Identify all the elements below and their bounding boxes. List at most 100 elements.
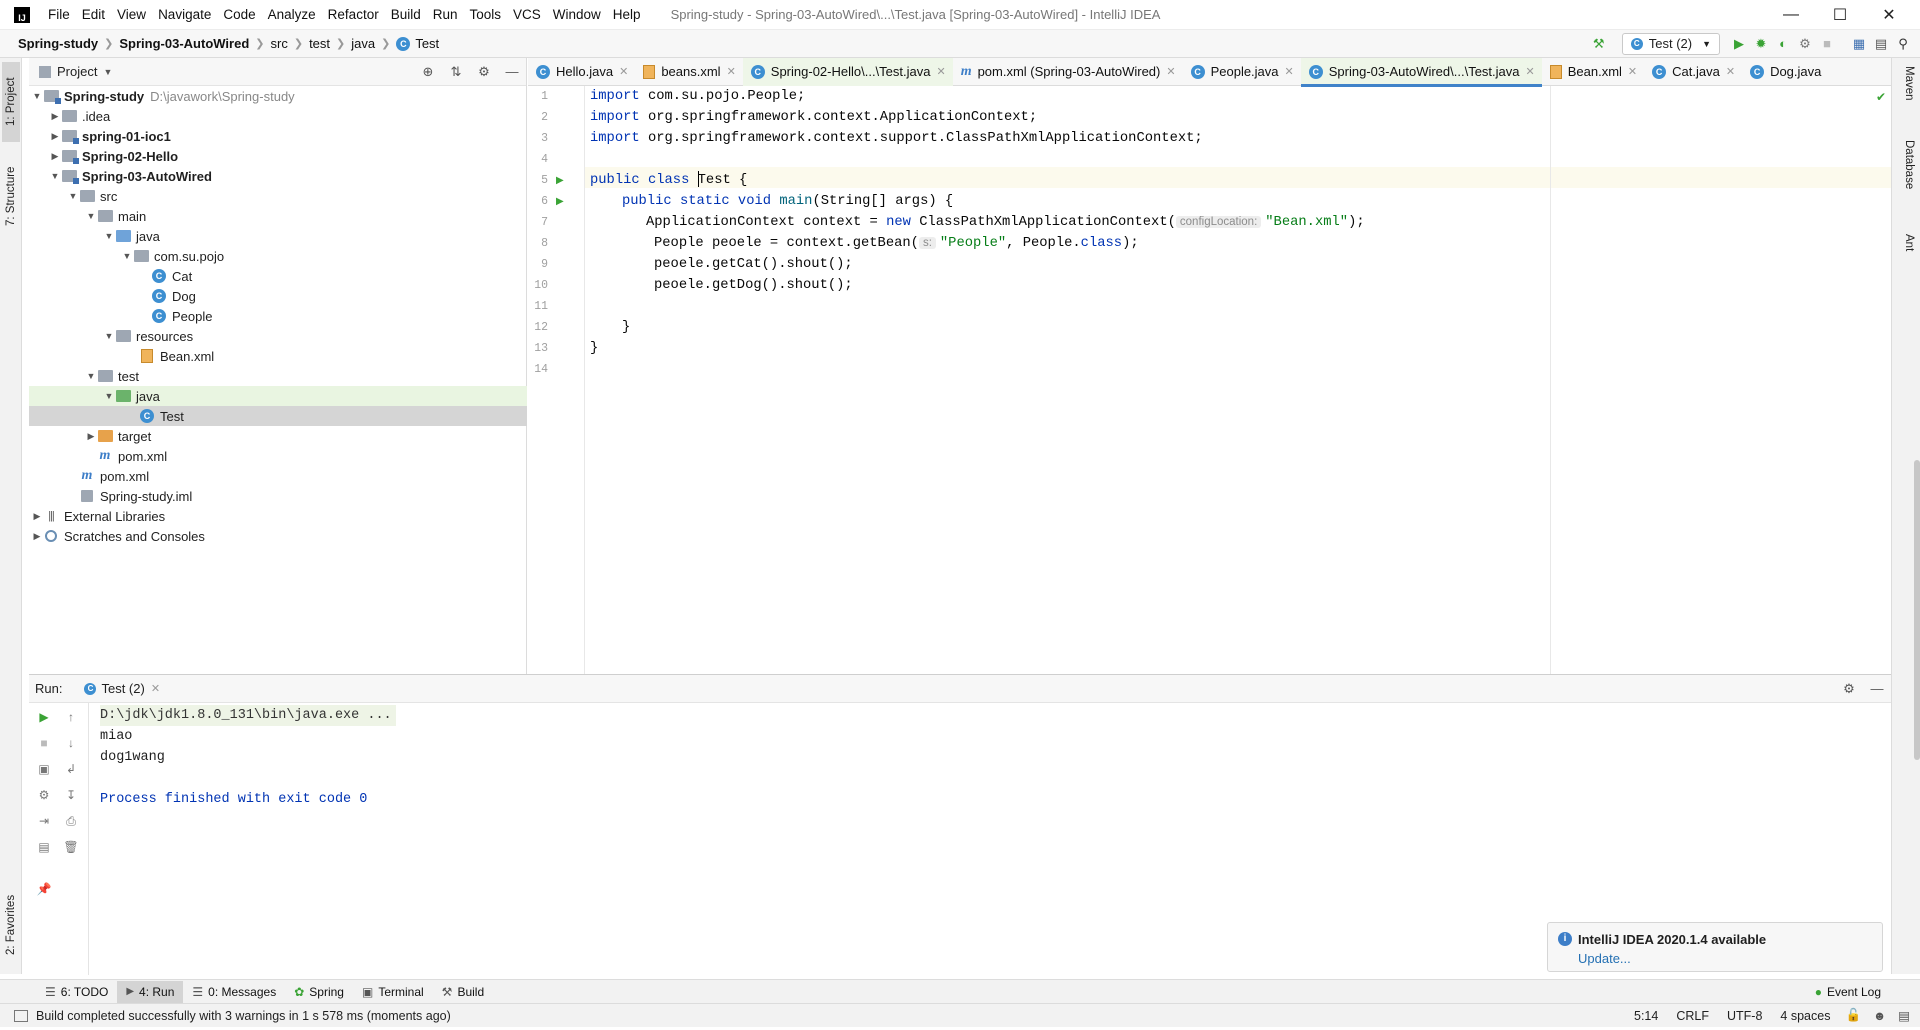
tree-item-scratches[interactable]: ▶ Scratches and Consoles [29, 526, 527, 546]
tree-item-bean-xml[interactable]: Bean.xml [29, 346, 527, 366]
tree-item-src[interactable]: ▼ src [29, 186, 527, 206]
database-tool-tab[interactable]: Database [1897, 140, 1915, 220]
minimize-button[interactable]: — [1768, 0, 1814, 30]
tree-item-idea[interactable]: ▶ .idea [29, 106, 527, 126]
breadcrumb-project[interactable]: Spring-study [14, 36, 102, 51]
print-icon[interactable]: ⎙ [63, 813, 79, 829]
expand-arrow-icon[interactable]: ▼ [49, 171, 61, 181]
expand-arrow-icon[interactable]: ▼ [85, 371, 97, 381]
menu-vcs[interactable]: VCS [507, 0, 547, 30]
arrow-up-icon[interactable]: ↑ [63, 709, 79, 725]
run-icon[interactable]: ▶ [1728, 33, 1750, 55]
expand-arrow-icon[interactable]: ▶ [31, 511, 43, 522]
expand-arrow-icon[interactable]: ▼ [103, 391, 115, 401]
vertical-scrollbar[interactable] [1914, 460, 1920, 760]
maximize-button[interactable]: ☐ [1817, 0, 1863, 30]
layout-icon[interactable]: ▤ [36, 839, 52, 855]
menu-code[interactable]: Code [217, 0, 261, 30]
tab-bean-xml[interactable]: Bean.xml ✕ [1542, 58, 1644, 86]
scroll-to-end-icon[interactable]: ↧ [63, 787, 79, 803]
tab-cat-java[interactable]: C Cat.java ✕ [1644, 58, 1742, 86]
trash-icon[interactable]: 🗑 [63, 839, 79, 855]
menu-file[interactable]: File [42, 0, 76, 30]
close-icon[interactable]: ✕ [1526, 65, 1535, 78]
file-encoding[interactable]: UTF-8 [1718, 1009, 1771, 1023]
tree-item-spring-03-autowired[interactable]: ▼ Spring-03-AutoWired [29, 166, 527, 186]
tree-item-cat[interactable]: C Cat [29, 266, 527, 286]
tab-people-java[interactable]: C People.java ✕ [1183, 58, 1301, 86]
toggle-tool-windows-icon[interactable] [14, 1009, 28, 1022]
expand-arrow-icon[interactable]: ▶ [49, 131, 61, 142]
tree-item-spring-01-ioc1[interactable]: ▶ spring-01-ioc1 [29, 126, 527, 146]
hide-panel-icon[interactable]: — [498, 64, 526, 79]
inspection-ok-icon[interactable]: ✔ [1876, 90, 1886, 104]
close-icon[interactable]: ✕ [727, 65, 736, 78]
structure-tool-tab[interactable]: 7: Structure [2, 152, 20, 240]
tree-item-target[interactable]: ▶ target [29, 426, 527, 446]
layout-icon[interactable]: ▤ [1870, 33, 1892, 55]
status-message[interactable]: Build completed successfully with 3 warn… [36, 1009, 451, 1023]
breadcrumb-test-class[interactable]: C Test [392, 36, 443, 51]
tree-item-main[interactable]: ▼ main [29, 206, 527, 226]
build-hammer-icon[interactable]: ⚒ [1588, 33, 1610, 55]
tree-item-resources[interactable]: ▼ resources [29, 326, 527, 346]
expand-arrow-icon[interactable]: ▶ [85, 431, 97, 442]
run-gutter-icon[interactable]: ▶ [556, 197, 566, 207]
search-icon[interactable]: ⚲ [1892, 33, 1914, 55]
arrow-down-icon[interactable]: ↓ [63, 735, 79, 751]
project-tool-tab[interactable]: 1: Project [2, 62, 20, 142]
chevron-down-icon[interactable]: ▼ [103, 67, 112, 77]
breadcrumb-module[interactable]: Spring-03-AutoWired [115, 36, 253, 51]
menu-edit[interactable]: Edit [76, 0, 111, 30]
close-icon[interactable]: ✕ [1726, 65, 1735, 78]
run-tab-test[interactable]: Test (2) [101, 681, 144, 696]
run-configuration-select[interactable]: C Test (2) ▼ [1621, 32, 1720, 55]
expand-arrow-icon[interactable]: ▼ [121, 251, 133, 261]
settings-icon[interactable]: ⚙ [36, 787, 52, 803]
menu-help[interactable]: Help [607, 0, 647, 30]
tree-item-dog[interactable]: C Dog [29, 286, 527, 306]
menu-refactor[interactable]: Refactor [322, 0, 385, 30]
line-separator[interactable]: CRLF [1667, 1009, 1718, 1023]
stop-icon[interactable]: ■ [36, 735, 52, 751]
breadcrumb-test[interactable]: test [305, 36, 334, 51]
tree-item-root-pom[interactable]: m pom.xml [29, 466, 527, 486]
profile-icon[interactable]: ⚙ [1794, 33, 1816, 55]
tree-item-main-java[interactable]: ▼ java [29, 226, 527, 246]
tab-messages[interactable]: ☰ 0: Messages [183, 981, 285, 1003]
rerun-icon[interactable]: ▶ [36, 709, 52, 725]
camera-icon[interactable]: ▣ [36, 761, 52, 777]
update-link[interactable]: Update... [1578, 951, 1631, 966]
breadcrumb-java[interactable]: java [347, 36, 379, 51]
project-panel-title[interactable]: Project [57, 64, 97, 79]
caret-position[interactable]: 5:14 [1625, 1009, 1667, 1023]
expand-arrow-icon[interactable]: ▶ [49, 111, 61, 122]
expand-arrow-icon[interactable]: ▼ [103, 331, 115, 341]
close-icon[interactable]: ✕ [1166, 65, 1175, 78]
code-editor[interactable]: import com.su.pojo.People; import org.sp… [590, 86, 1550, 674]
favorites-tool-tab[interactable]: 2: Favorites [2, 880, 20, 970]
tree-item-test-class[interactable]: C Test [29, 406, 527, 426]
hide-panel-icon[interactable]: — [1863, 681, 1891, 696]
tab-pom-xml[interactable]: m pom.xml (Spring-03-AutoWired) ✕ [953, 58, 1183, 86]
tab-build[interactable]: ⚒ Build [433, 981, 493, 1003]
coverage-icon[interactable]: ◐ [1772, 33, 1794, 55]
close-icon[interactable]: ✕ [151, 682, 160, 695]
close-window-button[interactable]: ✕ [1866, 0, 1912, 30]
menu-window[interactable]: Window [547, 0, 607, 30]
inspector-icon[interactable]: ☻ [1867, 1009, 1892, 1023]
lock-icon[interactable]: 🔓 [1839, 1008, 1867, 1023]
tab-terminal[interactable]: ▣ Terminal [353, 981, 433, 1003]
gear-icon[interactable]: ⚙ [470, 64, 498, 80]
tab-dog-java[interactable]: C Dog.java [1742, 58, 1828, 86]
menu-navigate[interactable]: Navigate [152, 0, 217, 30]
tree-item-test-java[interactable]: ▼ java [29, 386, 527, 406]
pin-icon[interactable]: 📌 [36, 881, 52, 897]
indent-setting[interactable]: 4 spaces [1771, 1009, 1839, 1023]
expand-arrow-icon[interactable]: ▼ [67, 191, 79, 201]
maven-tool-tab[interactable]: Maven [1897, 66, 1915, 126]
debug-icon[interactable]: ✹ [1750, 33, 1772, 55]
menu-build[interactable]: Build [385, 0, 427, 30]
tree-item-module-pom[interactable]: m pom.xml [29, 446, 527, 466]
exit-icon[interactable]: ⇥ [36, 813, 52, 829]
